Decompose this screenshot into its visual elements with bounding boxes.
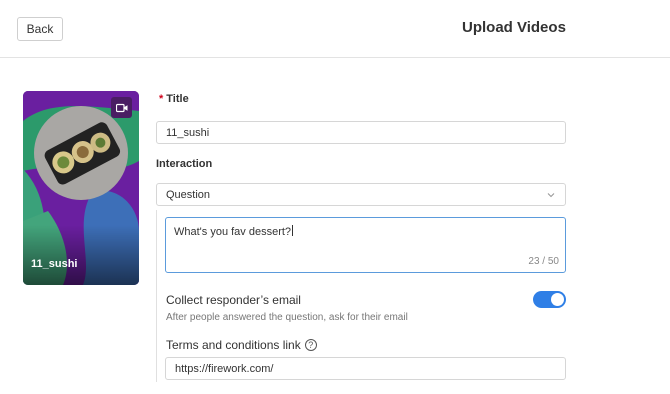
video-camera-icon	[111, 97, 132, 118]
terms-label-text: Terms and conditions link	[166, 338, 301, 352]
interaction-label: Interaction	[156, 158, 213, 170]
terms-label: Terms and conditions link ?	[166, 338, 317, 352]
required-mark: *	[159, 93, 164, 105]
title-label-text: Title	[166, 93, 189, 105]
question-text: What's you fav dessert?	[174, 226, 292, 238]
character-counter: 23 / 50	[528, 256, 559, 267]
interaction-group-divider	[156, 210, 157, 382]
collect-email-label: Collect responder’s email	[166, 293, 301, 307]
back-button[interactable]: Back	[17, 17, 63, 41]
video-thumbnail[interactable]: 11_sushi	[23, 91, 139, 285]
question-textarea[interactable]: What's you fav dessert? 23 / 50	[165, 217, 566, 273]
question-value: What's you fav dessert?	[174, 225, 294, 238]
page-title: Upload Videos	[462, 19, 566, 36]
header-bar: Back Upload Videos	[0, 0, 670, 58]
toggle-knob	[551, 293, 564, 306]
title-label: * Title	[159, 93, 189, 105]
title-input[interactable]: 11_sushi	[156, 121, 566, 144]
interaction-selected-value: Question	[166, 188, 211, 201]
question-circle-icon[interactable]: ?	[304, 339, 317, 351]
interaction-select[interactable]: Question	[156, 183, 566, 206]
terms-link-input[interactable]: https://firework.com/	[165, 357, 566, 380]
text-cursor	[292, 225, 294, 236]
chevron-down-icon	[547, 193, 555, 198]
thumbnail-label: 11_sushi	[31, 258, 78, 270]
thumbnail-shade	[23, 225, 139, 285]
collect-email-toggle[interactable]	[533, 291, 566, 308]
collect-email-description: After people answered the question, ask …	[166, 312, 408, 323]
